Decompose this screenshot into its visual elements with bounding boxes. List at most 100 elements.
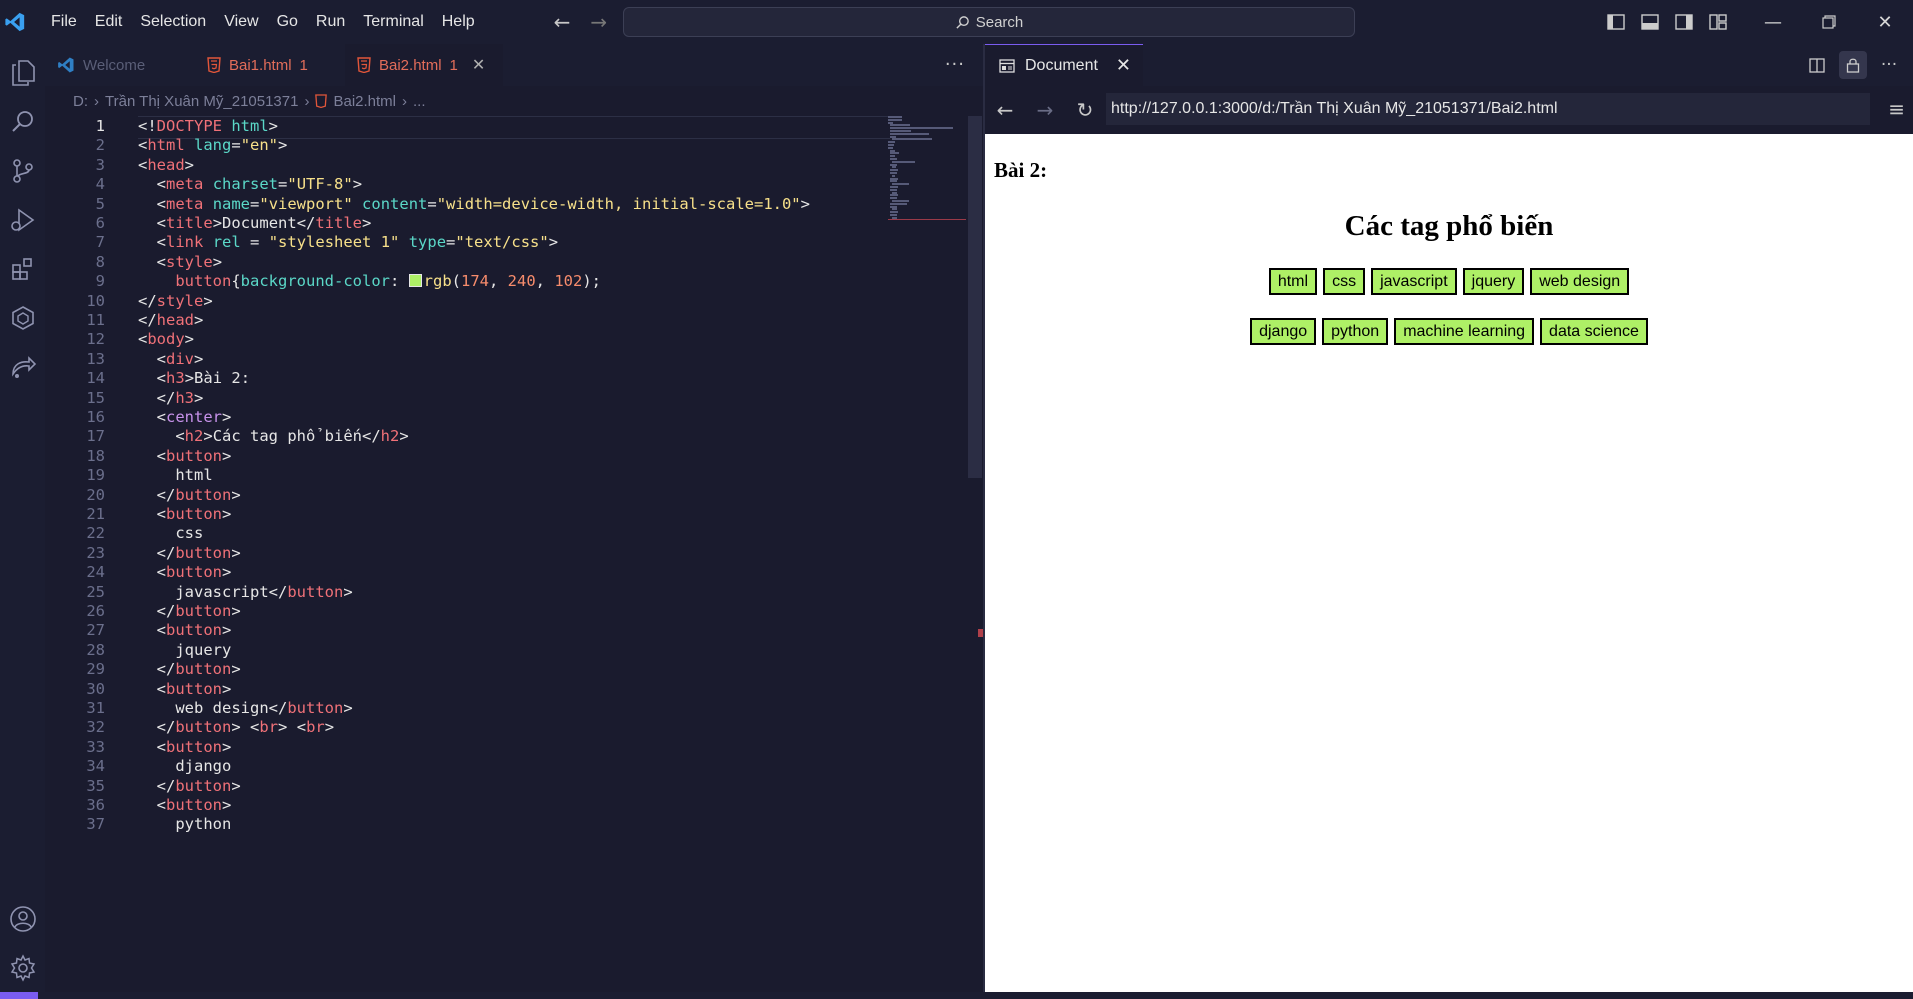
url-input[interactable]: http://127.0.0.1:3000/d:/Trần Thị Xuân M… <box>1106 93 1870 125</box>
minimap-line <box>890 214 898 216</box>
preview-tab-bar: Document ✕ ··· <box>985 44 1913 86</box>
code-line: <center> <box>156 408 232 426</box>
tag-button-python[interactable]: python <box>1322 318 1389 345</box>
minimap-error-marker <box>888 219 966 220</box>
editor-scrollbar[interactable] <box>968 116 982 478</box>
menu-run[interactable]: Run <box>307 0 354 44</box>
extensions-icon[interactable] <box>0 246 45 292</box>
minimap-line <box>892 174 895 177</box>
tab-document-preview[interactable]: Document ✕ <box>985 44 1144 86</box>
menu-view[interactable]: View <box>215 0 267 44</box>
tag-button-row-2: django python machine learning data scie… <box>985 318 1913 345</box>
breadcrumb-drive[interactable]: D: <box>73 93 88 110</box>
remote-explorer-icon[interactable] <box>0 295 45 341</box>
line-number: 16 <box>86 408 105 426</box>
minimap-line <box>892 166 896 169</box>
breadcrumb-file[interactable]: Bai2.html <box>333 93 396 110</box>
tab-welcome[interactable]: Welcome <box>45 44 195 86</box>
minimap-line <box>890 172 898 174</box>
tag-button-css[interactable]: css <box>1323 268 1366 295</box>
remote-indicator[interactable] <box>0 992 38 999</box>
settings-gear-icon[interactable] <box>0 945 45 991</box>
toggle-secondary-sidebar-icon[interactable] <box>1667 0 1701 44</box>
tab-label: Bai1.html <box>229 56 292 74</box>
explorer-icon[interactable] <box>0 50 45 96</box>
line-number: 22 <box>86 524 105 543</box>
code-line: <button> <box>156 737 232 756</box>
html5-icon <box>357 57 371 73</box>
menu-go[interactable]: Go <box>268 0 307 44</box>
reload-icon[interactable]: ↻ <box>1065 98 1105 122</box>
tag-button-django[interactable]: django <box>1250 318 1317 345</box>
menu-help[interactable]: Help <box>433 0 484 44</box>
line-number: 8 <box>95 252 105 271</box>
command-search-box[interactable]: Search <box>623 7 1355 37</box>
menu-terminal[interactable]: Terminal <box>354 0 432 44</box>
tag-button-web-design[interactable]: web design <box>1530 268 1630 295</box>
minimap[interactable] <box>885 116 965 226</box>
tag-button-jquery[interactable]: jquery <box>1462 268 1525 295</box>
accounts-icon[interactable] <box>0 896 45 942</box>
minimap-line <box>890 135 897 138</box>
color-swatch[interactable] <box>408 274 422 288</box>
search-sidebar-icon[interactable] <box>0 99 45 145</box>
line-number: 7 <box>95 233 105 252</box>
toggle-primary-sidebar-icon[interactable] <box>1599 0 1633 44</box>
lock-icon[interactable] <box>1839 51 1867 79</box>
line-number: 9 <box>95 272 105 291</box>
line-number: 13 <box>86 349 105 368</box>
line-number: 24 <box>86 563 105 582</box>
close-tab-icon[interactable]: ✕ <box>1116 55 1131 76</box>
menu-edit[interactable]: Edit <box>86 0 132 44</box>
code-line: css <box>138 524 204 543</box>
back-arrow-icon[interactable]: ← <box>554 10 571 34</box>
activity-bar <box>0 44 45 999</box>
preview-forward-icon[interactable]: → <box>1025 98 1065 122</box>
preview-icon <box>999 58 1015 73</box>
code-editor[interactable]: 1 2 3 4 5 6 7 8 9 10 11 12 13 14 15 16 17 18 19 20 21 22 23 24 2… <box>45 116 983 999</box>
tag-button-html[interactable]: html <box>1268 268 1318 295</box>
customize-layout-icon[interactable] <box>1701 0 1735 44</box>
minimize-icon[interactable]: — <box>1745 0 1801 44</box>
line-number: 36 <box>86 796 105 814</box>
minimap-line <box>888 116 902 118</box>
more-actions-icon[interactable]: ··· <box>1875 51 1903 79</box>
breadcrumb-folder[interactable]: Trần Thị Xuân Mỹ_21051371 <box>105 93 298 110</box>
hamburger-menu-icon[interactable]: ≡ <box>1888 97 1905 121</box>
close-tab-icon[interactable]: ✕ <box>472 55 485 75</box>
line-number: 27 <box>86 621 105 640</box>
minimap-line <box>892 208 898 211</box>
tag-button-javascript[interactable]: javascript <box>1371 268 1457 295</box>
code-line: </button> <box>156 660 241 679</box>
toggle-panel-icon[interactable] <box>1633 0 1667 44</box>
code-line: <button> <box>156 505 232 523</box>
code-line: button{background-color: rgb(174, 240, 1… <box>175 272 602 291</box>
run-debug-icon[interactable] <box>0 197 45 243</box>
preview-back-icon[interactable]: ← <box>985 98 1025 122</box>
html5-icon <box>207 57 221 73</box>
minimap-line <box>890 194 899 197</box>
line-number: 18 <box>86 446 105 465</box>
code-line: <body> <box>138 330 195 349</box>
tab-bai2[interactable]: Bai2.html 1 ✕ <box>345 44 503 86</box>
tag-button-machine-learning[interactable]: machine learning <box>1394 318 1535 345</box>
minimap-line <box>890 127 953 130</box>
line-number: 6 <box>95 214 105 232</box>
minimap-line <box>888 121 894 124</box>
menu-selection[interactable]: Selection <box>131 0 215 44</box>
tag-button-data-science[interactable]: data science <box>1540 318 1648 345</box>
split-editor-icon[interactable] <box>1803 51 1831 79</box>
tab-bai1[interactable]: Bai1.html 1 <box>195 44 345 86</box>
close-window-icon[interactable]: ✕ <box>1857 0 1913 44</box>
line-number: 29 <box>86 660 105 679</box>
forward-arrow-icon[interactable]: → <box>590 10 607 34</box>
more-actions-icon[interactable]: ··· <box>927 44 983 86</box>
line-number: 30 <box>86 679 105 698</box>
breadcrumb-tail[interactable]: ... <box>413 93 426 110</box>
live-share-icon[interactable] <box>0 344 45 390</box>
menu-file[interactable]: File <box>42 0 86 44</box>
preview-tab-title: Document <box>1025 56 1098 74</box>
source-control-icon[interactable] <box>0 148 45 194</box>
restore-icon[interactable] <box>1801 0 1857 44</box>
minimap-line <box>892 200 910 202</box>
